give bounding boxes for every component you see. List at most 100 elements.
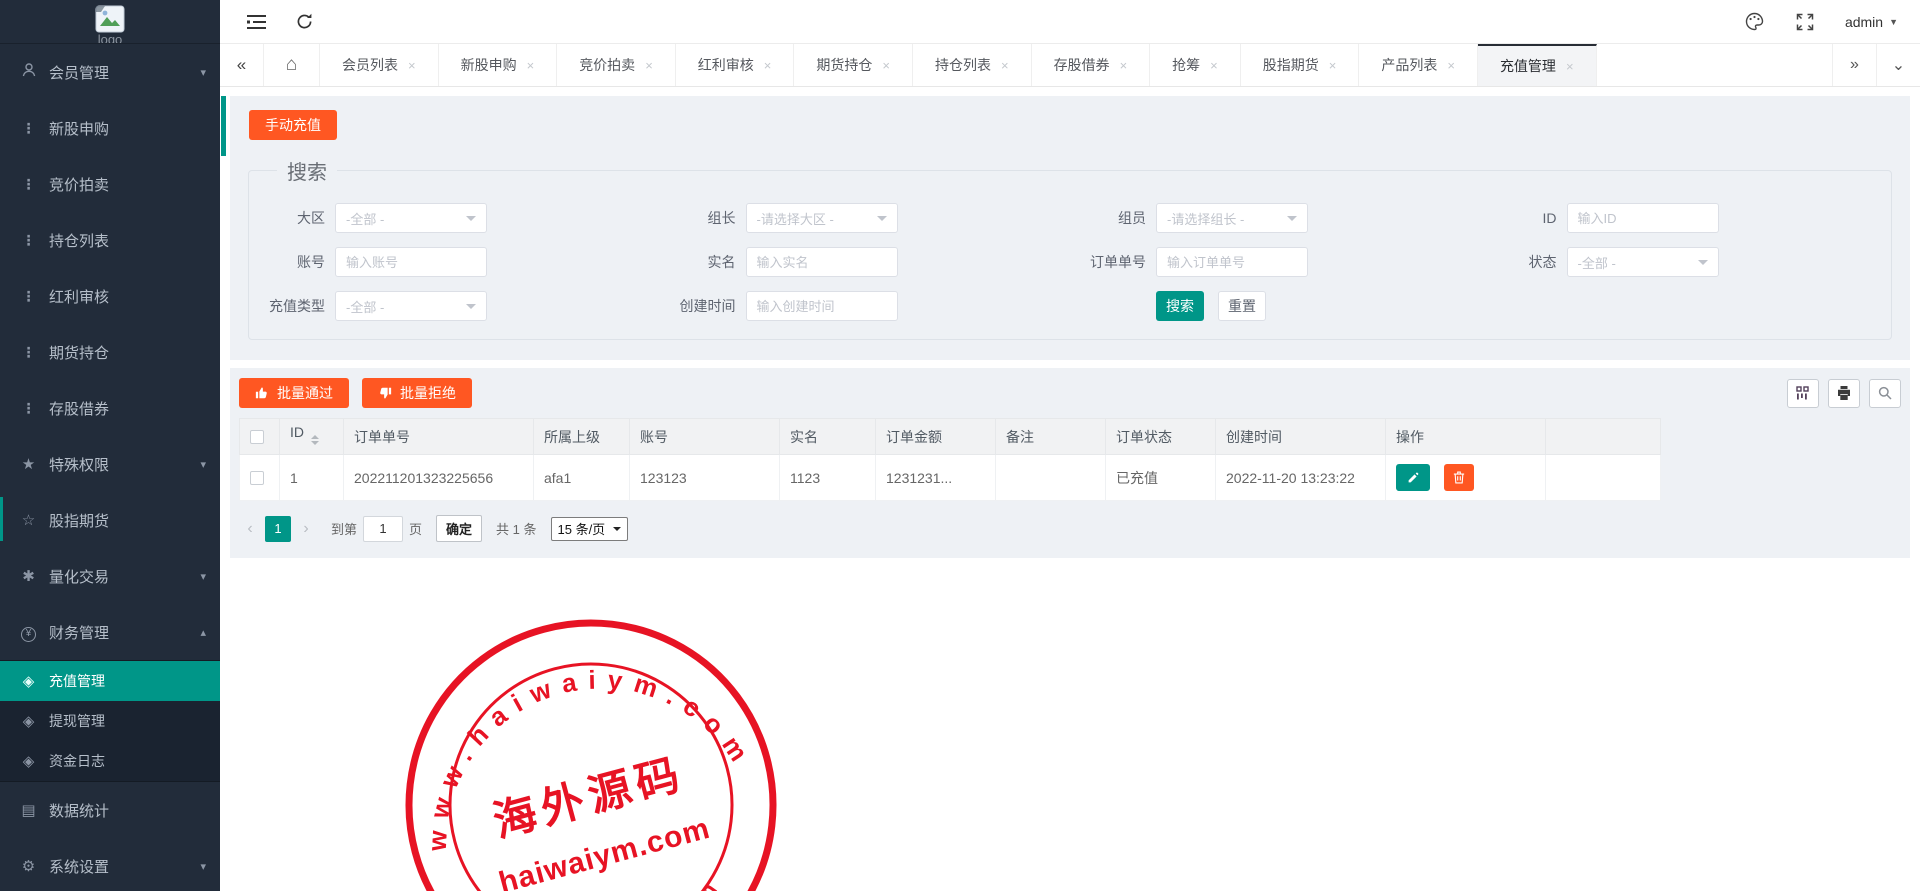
sidebar-item-position-list[interactable]: ⋮ 持仓列表: [0, 212, 220, 268]
theme-palette-icon[interactable]: [1745, 12, 1765, 32]
close-icon[interactable]: ×: [1210, 58, 1218, 73]
cell-created-at: 2022-11-20 13:23:22: [1216, 455, 1386, 501]
sidebar: logo 会员管理 ▾ ⋮ 新股申购 ⋮ 竞价拍卖 ⋮ 持仓列表: [0, 0, 220, 891]
sidebar-item-stock-lending[interactable]: ⋮ 存股借券: [0, 380, 220, 436]
close-icon[interactable]: ×: [408, 58, 416, 73]
goto-confirm-button[interactable]: 确定: [436, 515, 482, 542]
goto-suffix: 页: [409, 519, 422, 538]
delete-button[interactable]: [1444, 464, 1474, 491]
batch-approve-button[interactable]: 批量通过: [239, 378, 349, 408]
field-member: 组员 -请选择组长 -: [1070, 203, 1481, 233]
tab-product-list[interactable]: 产品列表×: [1359, 44, 1478, 86]
close-icon[interactable]: ×: [1329, 58, 1337, 73]
page: logo 会员管理 ▾ ⋮ 新股申购 ⋮ 竞价拍卖 ⋮ 持仓列表: [0, 0, 1920, 891]
reset-button[interactable]: 重置: [1218, 291, 1266, 321]
tab-stock-lending[interactable]: 存股借券×: [1032, 44, 1151, 86]
zoom-search-icon[interactable]: [1869, 379, 1901, 408]
cell-parent: afa1: [534, 455, 630, 501]
search-row-1: 大区 -全部 - 组长 -请选择大区 -: [249, 203, 1891, 233]
close-icon[interactable]: ×: [1566, 59, 1574, 74]
pencil-icon: [1407, 471, 1420, 484]
sidebar-item-special-permission[interactable]: ★ 特殊权限 ▾: [0, 436, 220, 492]
vertical-dots-icon: ⋮: [20, 344, 37, 361]
goto-page-input[interactable]: [363, 516, 403, 542]
real-name-input[interactable]: [746, 247, 898, 277]
refresh-icon[interactable]: [294, 12, 314, 32]
tab-new-stock-subscription[interactable]: 新股申购×: [439, 44, 558, 86]
sidebar-item-quant-trading[interactable]: ✱ 量化交易 ▾: [0, 548, 220, 604]
sidebar-item-withdraw-management[interactable]: ◈ 提现管理: [0, 701, 220, 741]
close-icon[interactable]: ×: [1001, 58, 1009, 73]
batch-reject-button[interactable]: 批量拒绝: [362, 378, 472, 408]
search-button[interactable]: 搜索: [1156, 291, 1204, 321]
chevron-down-icon: [1698, 260, 1708, 270]
tab-position-list[interactable]: 持仓列表×: [913, 44, 1032, 86]
sidebar-item-stock-index-futures[interactable]: ☆ 股指期货: [0, 492, 220, 548]
tab-dividend-review[interactable]: 红利审核×: [676, 44, 795, 86]
account-input[interactable]: [335, 247, 487, 277]
sidebar-item-auction-bidding[interactable]: ⋮ 竞价拍卖: [0, 156, 220, 212]
id-input[interactable]: [1567, 203, 1719, 233]
region-select[interactable]: -全部 -: [335, 203, 487, 233]
sidebar-item-data-statistics[interactable]: ▤ 数据统计: [0, 782, 220, 838]
field-label: ID: [1481, 210, 1567, 226]
recharge-type-select[interactable]: -全部 -: [335, 291, 487, 321]
pagination: ‹ 1 › 到第 页 确定 共 1 条 15 条/页: [239, 515, 1901, 542]
tab-member-list[interactable]: 会员列表×: [320, 44, 439, 86]
order-no-input[interactable]: [1156, 247, 1308, 277]
vertical-dots-icon: ⋮: [20, 120, 37, 137]
print-icon[interactable]: [1828, 379, 1860, 408]
select-all-checkbox[interactable]: [250, 430, 264, 444]
sidebar-item-dividend-review[interactable]: ⋮ 红利审核: [0, 268, 220, 324]
sidebar-item-fund-log[interactable]: ◈ 资金日志: [0, 741, 220, 781]
sidebar-item-label: 数据统计: [49, 800, 206, 821]
page-1-button[interactable]: 1: [265, 516, 291, 542]
sidebar-item-finance-management[interactable]: ¥ 财务管理 ▴: [0, 604, 220, 660]
close-icon[interactable]: ×: [1447, 58, 1455, 73]
user-menu[interactable]: admin ▼: [1845, 14, 1898, 30]
tab-recharge-management[interactable]: 充值管理×: [1478, 44, 1597, 86]
sidebar-scrollbar-thumb[interactable]: [0, 497, 3, 541]
columns-toggle-icon[interactable]: [1787, 379, 1819, 408]
col-id[interactable]: ID: [280, 419, 344, 455]
tabs-scroll-left-icon[interactable]: «: [220, 44, 264, 86]
page-size-select[interactable]: 15 条/页: [551, 517, 629, 541]
tab-auction-bidding[interactable]: 竞价拍卖×: [557, 44, 676, 86]
tab-stock-index-futures[interactable]: 股指期货×: [1241, 44, 1360, 86]
fullscreen-icon[interactable]: [1795, 12, 1815, 32]
table-toolbar: [1787, 379, 1901, 408]
sidebar-item-member-management[interactable]: 会员管理 ▾: [0, 44, 220, 100]
status-select[interactable]: -全部 -: [1567, 247, 1719, 277]
sidebar-item-system-settings[interactable]: ⚙ 系统设置 ▾: [0, 838, 220, 891]
close-icon[interactable]: ×: [882, 58, 890, 73]
manual-recharge-button[interactable]: 手动充值: [249, 110, 337, 140]
prev-page-icon[interactable]: ‹: [239, 520, 261, 538]
edit-button[interactable]: [1396, 464, 1430, 491]
tabs-menu-icon[interactable]: ⌄: [1876, 44, 1920, 86]
row-checkbox[interactable]: [250, 471, 264, 485]
close-icon[interactable]: ×: [1120, 58, 1128, 73]
content-scrollbar-thumb[interactable]: [221, 96, 226, 156]
tab-futures-position[interactable]: 期货持仓×: [794, 44, 913, 86]
tabs-scroll-right-icon[interactable]: »: [1832, 44, 1876, 86]
logo-area: logo: [0, 0, 220, 44]
sidebar-item-new-stock-subscription[interactable]: ⋮ 新股申购: [0, 100, 220, 156]
close-icon[interactable]: ×: [764, 58, 772, 73]
created-time-input[interactable]: [746, 291, 898, 321]
tab-grab-chips[interactable]: 抢筹×: [1150, 44, 1241, 86]
close-icon[interactable]: ×: [645, 58, 653, 73]
sort-icon[interactable]: [311, 431, 319, 449]
member-select[interactable]: -请选择组长 -: [1156, 203, 1308, 233]
sidebar-toggle-icon[interactable]: [246, 12, 266, 32]
sidebar-item-label: 股指期货: [49, 510, 206, 531]
sidebar-item-label: 提现管理: [49, 711, 206, 731]
close-icon[interactable]: ×: [527, 58, 535, 73]
leader-select[interactable]: -请选择大区 -: [746, 203, 898, 233]
cell-filler: [1546, 455, 1661, 501]
gem-icon: ◈: [20, 712, 37, 730]
sidebar-item-recharge-management[interactable]: ◈ 充值管理: [0, 661, 220, 701]
col-created-at: 创建时间: [1216, 419, 1386, 455]
home-tab-icon[interactable]: ⌂: [264, 44, 320, 86]
next-page-icon[interactable]: ›: [295, 520, 317, 538]
sidebar-item-futures-position[interactable]: ⋮ 期货持仓: [0, 324, 220, 380]
